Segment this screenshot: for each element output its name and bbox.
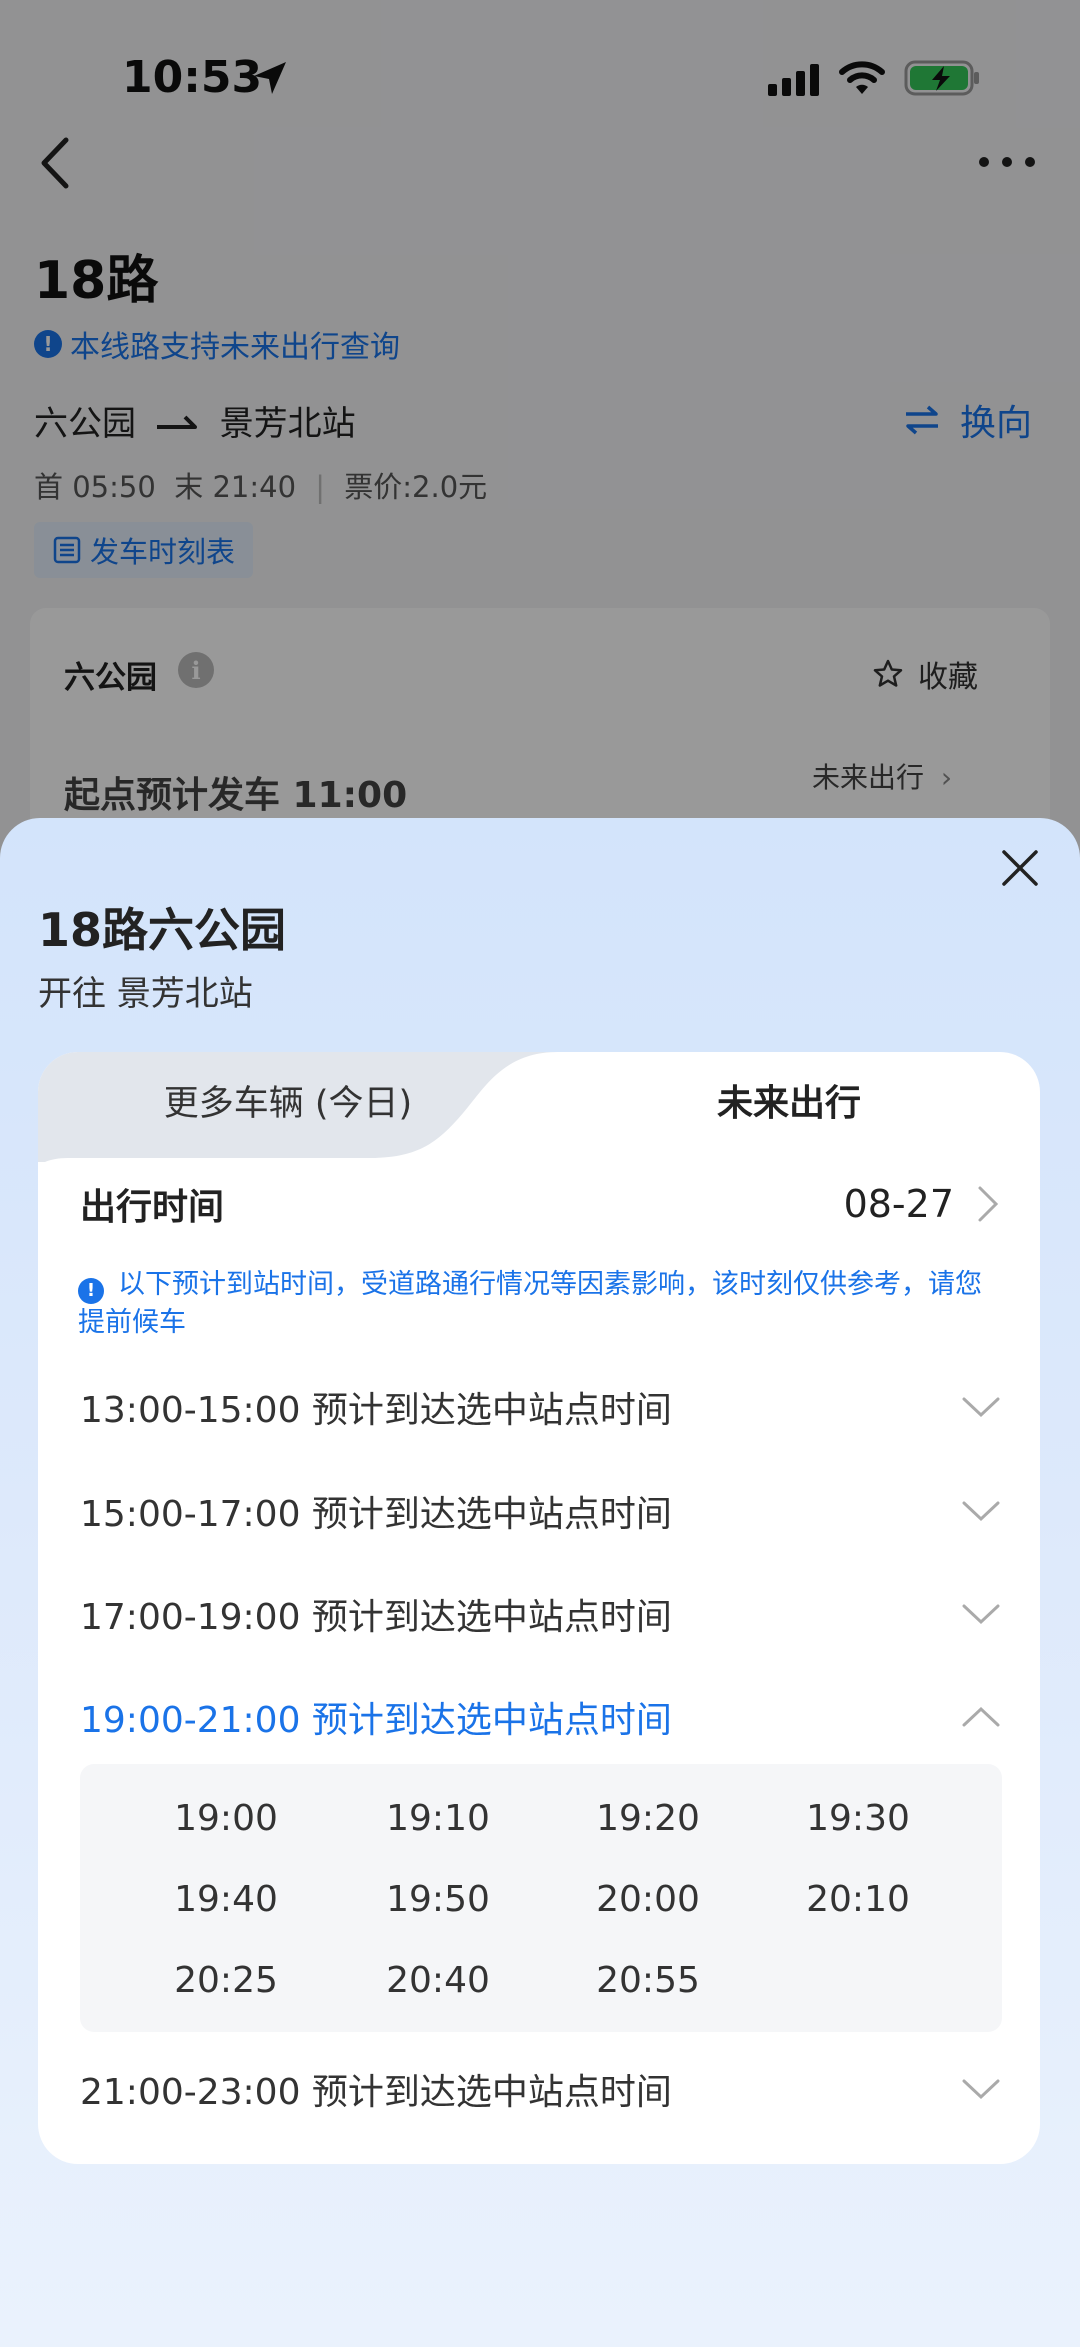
info-icon: ! (78, 1278, 104, 1304)
arrival-time: 19:30 (806, 1798, 910, 1839)
time-slot-label: 17:00-19:00 预计到达选中站点时间 (80, 1597, 672, 1638)
arrival-time: 19:40 (174, 1879, 278, 1920)
time-slot-row[interactable]: 15:00-17:00 预计到达选中站点时间 (80, 1476, 1000, 1546)
tab-more-vehicles[interactable]: 更多车辆 (今日) (38, 1052, 538, 1148)
arrival-time: 19:20 (596, 1798, 700, 1839)
arrival-time: 19:10 (386, 1798, 490, 1839)
time-slot-row-expanded[interactable]: 19:00-21:00 预计到达选中站点时间 (80, 1682, 1000, 1752)
time-slot-label: 19:00-21:00 预计到达选中站点时间 (80, 1700, 672, 1741)
arrival-time: 19:00 (174, 1798, 278, 1839)
tab-future-trip[interactable]: 未来出行 (538, 1052, 1040, 1148)
time-slot-row[interactable]: 21:00-23:00 预计到达选中站点时间 (80, 2054, 1000, 2124)
chevron-down-icon (962, 1604, 1000, 1625)
time-slot-row[interactable]: 17:00-19:00 预计到达选中站点时间 (80, 1579, 1000, 1649)
arrival-time: 20:55 (596, 1960, 700, 2001)
arrival-time: 19:50 (386, 1879, 490, 1920)
future-trip-panel: 更多车辆 (今日) 未来出行 出行时间 08-27 ! 以下预计到站时间，受道路通… (38, 1052, 1040, 2164)
chevron-down-icon (962, 1501, 1000, 1522)
arrival-time: 20:10 (806, 1879, 910, 1920)
route-detail-page: 10:53 18路 ! 本线路支持未来出行查询 六公园 景芳北站 换向 首 05… (0, 0, 1080, 2347)
travel-date-row[interactable]: 出行时间 08-27 (80, 1164, 1000, 1244)
time-slot-row[interactable]: 13:00-15:00 预计到达选中站点时间 (80, 1372, 1000, 1442)
close-icon[interactable] (998, 846, 1042, 890)
arrival-time: 20:00 (596, 1879, 700, 1920)
chevron-up-icon (962, 1706, 1000, 1727)
sheet-subtitle: 开往 景芳北站 (38, 974, 253, 1014)
arrival-disclaimer: ! 以下预计到站时间，受道路通行情况等因素影响，该时刻仅供参考，请您提前候车 (78, 1266, 1008, 1342)
arrival-time: 20:40 (386, 1960, 490, 2001)
chevron-down-icon (962, 1397, 1000, 1418)
arrival-times-grid: 19:00 19:10 19:20 19:30 19:40 19:50 20:0… (80, 1764, 1002, 2032)
chevron-right-icon (978, 1186, 999, 1222)
time-slot-label: 13:00-15:00 预计到达选中站点时间 (80, 1390, 672, 1431)
travel-date-label: 出行时间 (80, 1187, 225, 1228)
time-slot-label: 21:00-23:00 预计到达选中站点时间 (80, 2072, 672, 2113)
future-trip-sheet: 18路六公园 开往 景芳北站 更多车辆 (今日) 未来出行 出行时间 08-27… (0, 818, 1080, 2347)
chevron-down-icon (962, 2079, 1000, 2100)
time-slot-label: 15:00-17:00 预计到达选中站点时间 (80, 1494, 672, 1535)
arrival-time: 20:25 (174, 1960, 278, 2001)
travel-date-value: 08-27 (843, 1182, 954, 1226)
sheet-title: 18路六公园 (38, 903, 287, 957)
disclaimer-text: 以下预计到站时间，受道路通行情况等因素影响，该时刻仅供参考，请您提前候车 (78, 1269, 982, 1338)
